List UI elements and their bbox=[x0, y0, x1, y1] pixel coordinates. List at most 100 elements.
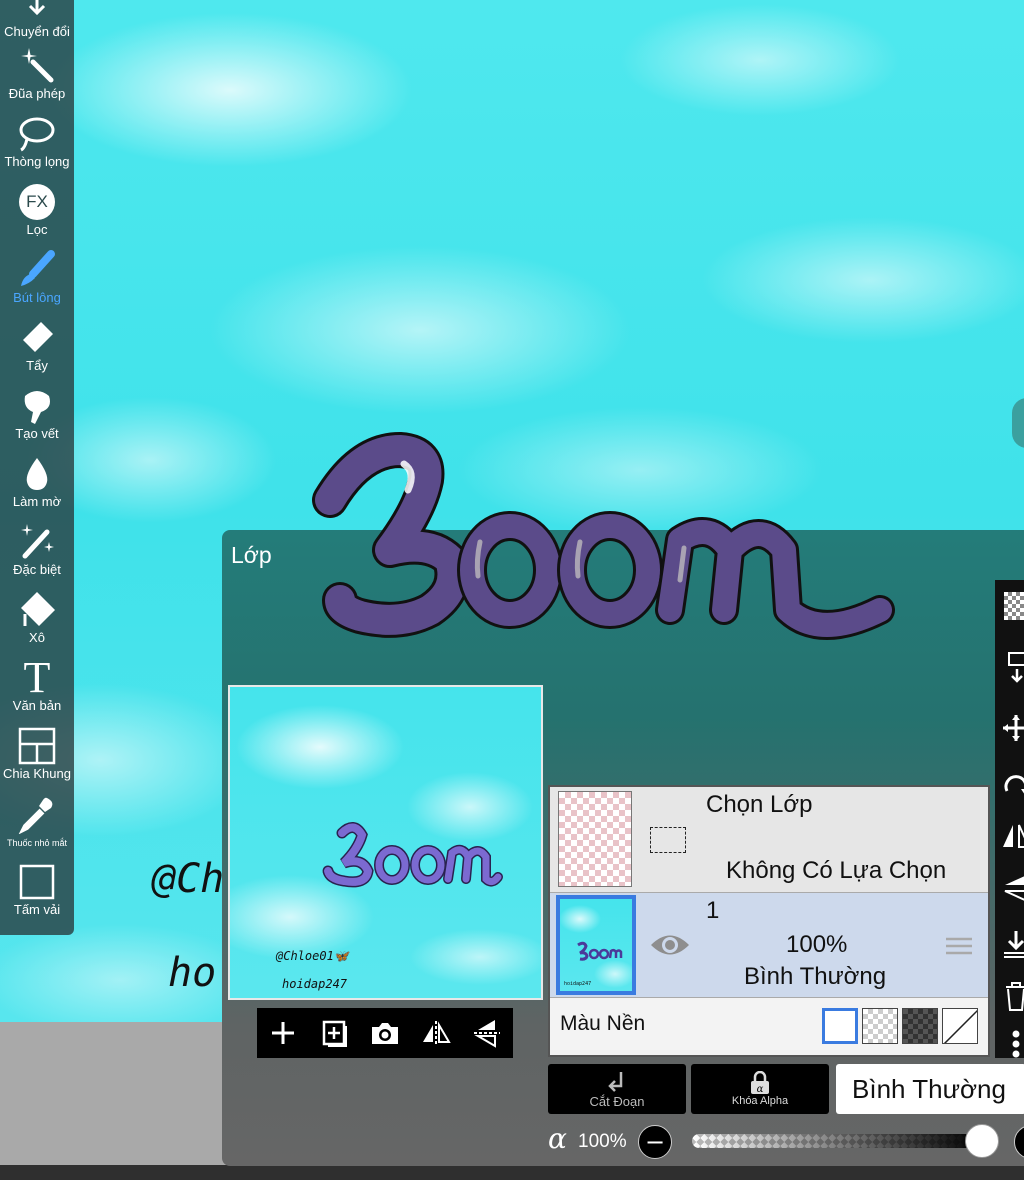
tool-canvas[interactable]: Tấm vải bbox=[0, 860, 74, 928]
opacity-slider[interactable] bbox=[692, 1124, 999, 1158]
brush-icon bbox=[15, 248, 59, 292]
opacity-decrease-button[interactable]: − bbox=[638, 1125, 672, 1159]
clip-arrow-icon bbox=[608, 1071, 623, 1092]
drag-handle-icon bbox=[946, 937, 972, 955]
alpha-symbol: α bbox=[548, 1122, 567, 1155]
clipping-button-label: Cắt Đoạn bbox=[589, 1093, 645, 1109]
tool-label: Văn bản bbox=[12, 698, 62, 713]
opacity-increase-button[interactable] bbox=[1014, 1125, 1024, 1159]
rotate-icon bbox=[1004, 775, 1024, 794]
opacity-slider-thumb[interactable] bbox=[965, 1124, 999, 1158]
magic-wand-icon bbox=[15, 44, 59, 88]
canvas-preview[interactable]: @Chloe01🦋 hoidap247 bbox=[228, 685, 543, 1000]
frame-divider-icon bbox=[15, 724, 59, 768]
delete-layer-button[interactable] bbox=[1001, 978, 1024, 1014]
transform-icon bbox=[15, 0, 59, 26]
tool-filter[interactable]: FX Lọc bbox=[0, 180, 74, 248]
tool-label: Tạo vết bbox=[15, 426, 59, 441]
download-arrow-icon bbox=[1004, 931, 1024, 958]
camera-icon bbox=[371, 1023, 398, 1044]
alpha-lock-button[interactable]: α Khóa Alpha bbox=[691, 1064, 829, 1114]
panel-title: Lớp bbox=[231, 542, 272, 568]
flip-horizontal-button[interactable] bbox=[416, 1013, 456, 1053]
tool-frame-divider[interactable]: Chia Khung bbox=[0, 724, 74, 792]
opacity-row: α 100% − bbox=[548, 1122, 1024, 1162]
camera-import-button[interactable] bbox=[365, 1013, 405, 1053]
tool-bucket[interactable]: Xô bbox=[0, 588, 74, 656]
layer-row-1[interactable]: hoidap247 1 100% Bình Thường bbox=[550, 893, 988, 997]
flip-horizontal-icon bbox=[1003, 824, 1024, 848]
transparent-fill-button[interactable] bbox=[1001, 588, 1024, 624]
selection-thumbnail bbox=[558, 791, 632, 887]
rotate-layer-button[interactable] bbox=[1001, 766, 1024, 802]
opacity-value: 100% bbox=[578, 1131, 627, 1152]
tool-label: Đặc biệt bbox=[13, 562, 61, 577]
layer-tools-bar bbox=[995, 580, 1024, 1058]
thumbnail-caption: hoidap247 bbox=[564, 981, 592, 987]
tool-label: Lọc bbox=[26, 222, 48, 237]
layer-1-thumbnail: hoidap247 bbox=[556, 895, 636, 995]
more-vertical-icon bbox=[1012, 1030, 1020, 1058]
tool-lasso[interactable]: Thòng lọng bbox=[0, 112, 74, 180]
bg-none-swatch[interactable] bbox=[942, 1008, 978, 1044]
svg-text:α: α bbox=[757, 1084, 764, 1095]
zoom-lettering-art bbox=[312, 432, 895, 640]
merge-layer-button[interactable] bbox=[1001, 650, 1024, 686]
flip-layer-horizontal-button[interactable] bbox=[1001, 818, 1024, 854]
tool-label: Tẩy bbox=[26, 358, 48, 373]
tool-special[interactable]: Đặc biệt bbox=[0, 520, 74, 588]
tool-label: Làm mờ bbox=[12, 494, 62, 509]
tool-transform[interactable]: Chuyển đổi bbox=[0, 0, 74, 50]
layer-list: Chọn Lớp Không Có Lựa Chọn hoidap247 1 1… bbox=[548, 785, 990, 1057]
bg-transparent-swatch[interactable] bbox=[862, 1008, 898, 1044]
selection-layer-row[interactable]: Chọn Lớp Không Có Lựa Chọn bbox=[550, 787, 988, 893]
layer-number: 1 bbox=[706, 897, 720, 924]
flip-vertical-button[interactable] bbox=[467, 1013, 507, 1053]
bg-white-swatch[interactable] bbox=[822, 1008, 858, 1044]
move-layer-button[interactable] bbox=[1001, 710, 1024, 746]
layer-drag-handle[interactable] bbox=[944, 933, 974, 959]
add-sheet-icon bbox=[322, 1020, 347, 1047]
tool-blur[interactable]: Làm mờ bbox=[0, 452, 74, 520]
tool-label: Chuyển đổi bbox=[4, 24, 70, 39]
tool-brush[interactable]: Bút lông bbox=[0, 248, 74, 316]
preview-caption-site: hoidap247 bbox=[282, 977, 348, 991]
flip-horizontal-icon bbox=[423, 1021, 451, 1045]
tool-label: Xô bbox=[29, 630, 45, 645]
eraser-icon bbox=[15, 316, 59, 360]
layer-visibility-toggle[interactable] bbox=[646, 927, 694, 963]
clipping-button[interactable]: Cắt Đoạn bbox=[548, 1064, 686, 1114]
tool-eraser[interactable]: Tẩy bbox=[0, 316, 74, 384]
selection-row-title: Chọn Lớp bbox=[706, 791, 813, 818]
canvas-handwriting-top: @Ch bbox=[152, 856, 225, 902]
add-layer-button[interactable] bbox=[263, 1013, 303, 1053]
blend-mode-select[interactable]: Bình Thường bbox=[836, 1064, 1024, 1114]
canvas-handwriting-bottom: ho bbox=[168, 950, 217, 996]
layer-actions-bar bbox=[257, 1008, 513, 1058]
checker-icon bbox=[1004, 592, 1024, 620]
merge-down-button[interactable] bbox=[1001, 926, 1024, 962]
eye-icon bbox=[651, 935, 689, 955]
eyedropper-icon bbox=[15, 792, 59, 836]
tool-label: Chia Khung bbox=[3, 766, 71, 781]
flip-layer-vertical-button[interactable] bbox=[1001, 870, 1024, 906]
tool-eyedropper[interactable]: Thuốc nhỏ mắt bbox=[0, 792, 74, 860]
tool-smudge[interactable]: Tạo vết bbox=[0, 384, 74, 452]
smudge-icon bbox=[15, 384, 59, 428]
bg-dark-checker-swatch[interactable] bbox=[902, 1008, 938, 1044]
background-color-row: Màu Nền bbox=[550, 997, 988, 1055]
tool-label: Thuốc nhỏ mắt bbox=[6, 838, 68, 848]
tool-text[interactable]: T Văn bản bbox=[0, 656, 74, 724]
flip-vertical-icon bbox=[474, 1020, 501, 1048]
trash-icon bbox=[1006, 982, 1024, 1011]
blur-drop-icon bbox=[15, 452, 59, 496]
right-edge-tab[interactable] bbox=[1012, 398, 1024, 448]
tool-label: Bút lông bbox=[13, 290, 61, 305]
flip-vertical-icon bbox=[1004, 876, 1024, 901]
move-arrows-icon bbox=[1003, 715, 1024, 741]
slash-icon bbox=[943, 1009, 977, 1043]
more-options-button[interactable] bbox=[1001, 1026, 1024, 1062]
tool-label: Tấm vải bbox=[13, 902, 61, 917]
add-layer-copy-button[interactable] bbox=[314, 1013, 354, 1053]
tool-magic-wand[interactable]: Đũa phép bbox=[0, 44, 74, 112]
